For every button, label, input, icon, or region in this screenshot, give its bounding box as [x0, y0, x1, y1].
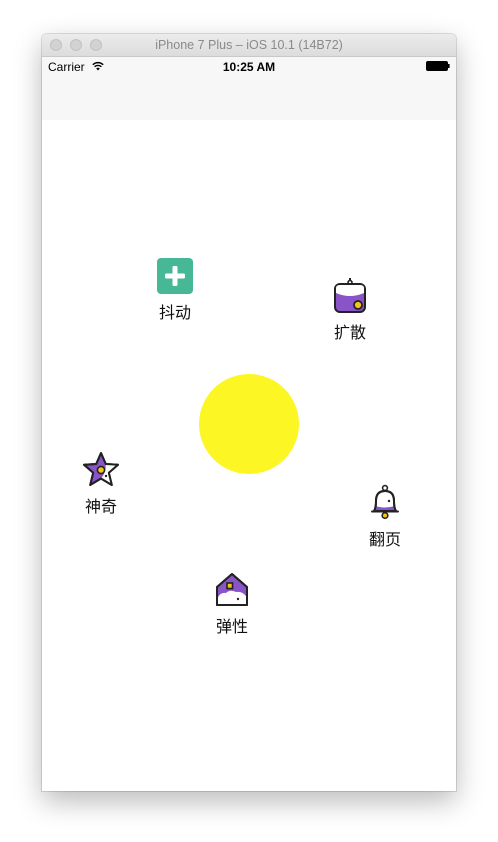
- plus-square-icon: [157, 258, 193, 294]
- status-time: 10:25 AM: [222, 60, 276, 74]
- star-icon: [83, 452, 119, 486]
- bell-icon: [371, 484, 399, 520]
- center-menu-button[interactable]: [199, 374, 299, 474]
- status-bar: Carrier 10:25 AM: [42, 57, 456, 77]
- window-title: iPhone 7 Plus – iOS 10.1 (14B72): [155, 38, 343, 52]
- menu-item-shake[interactable]: 抖动: [145, 257, 205, 323]
- battery-icon: [426, 61, 450, 71]
- menu-item-magic[interactable]: 神奇: [71, 451, 131, 517]
- app-content: 抖动 扩散 神奇 翻页 弹性: [42, 120, 456, 791]
- menu-item-label: 弹性: [215, 617, 248, 636]
- navigation-bar: [42, 77, 456, 120]
- menu-item-label: 神奇: [84, 497, 117, 516]
- menu-item-label: 抖动: [158, 303, 191, 322]
- wallet-icon: [334, 278, 366, 313]
- menu-item-spread[interactable]: 扩散: [320, 277, 380, 343]
- simulator-window: iPhone 7 Plus – iOS 10.1 (14B72) Carrier…: [42, 34, 456, 791]
- house-icon: [216, 573, 248, 606]
- menu-item-flip[interactable]: 翻页: [355, 484, 415, 550]
- menu-item-elastic[interactable]: 弹性: [202, 571, 262, 637]
- menu-item-label: 翻页: [368, 530, 401, 549]
- window-titlebar: iPhone 7 Plus – iOS 10.1 (14B72): [42, 34, 456, 57]
- menu-item-label: 扩散: [333, 323, 366, 342]
